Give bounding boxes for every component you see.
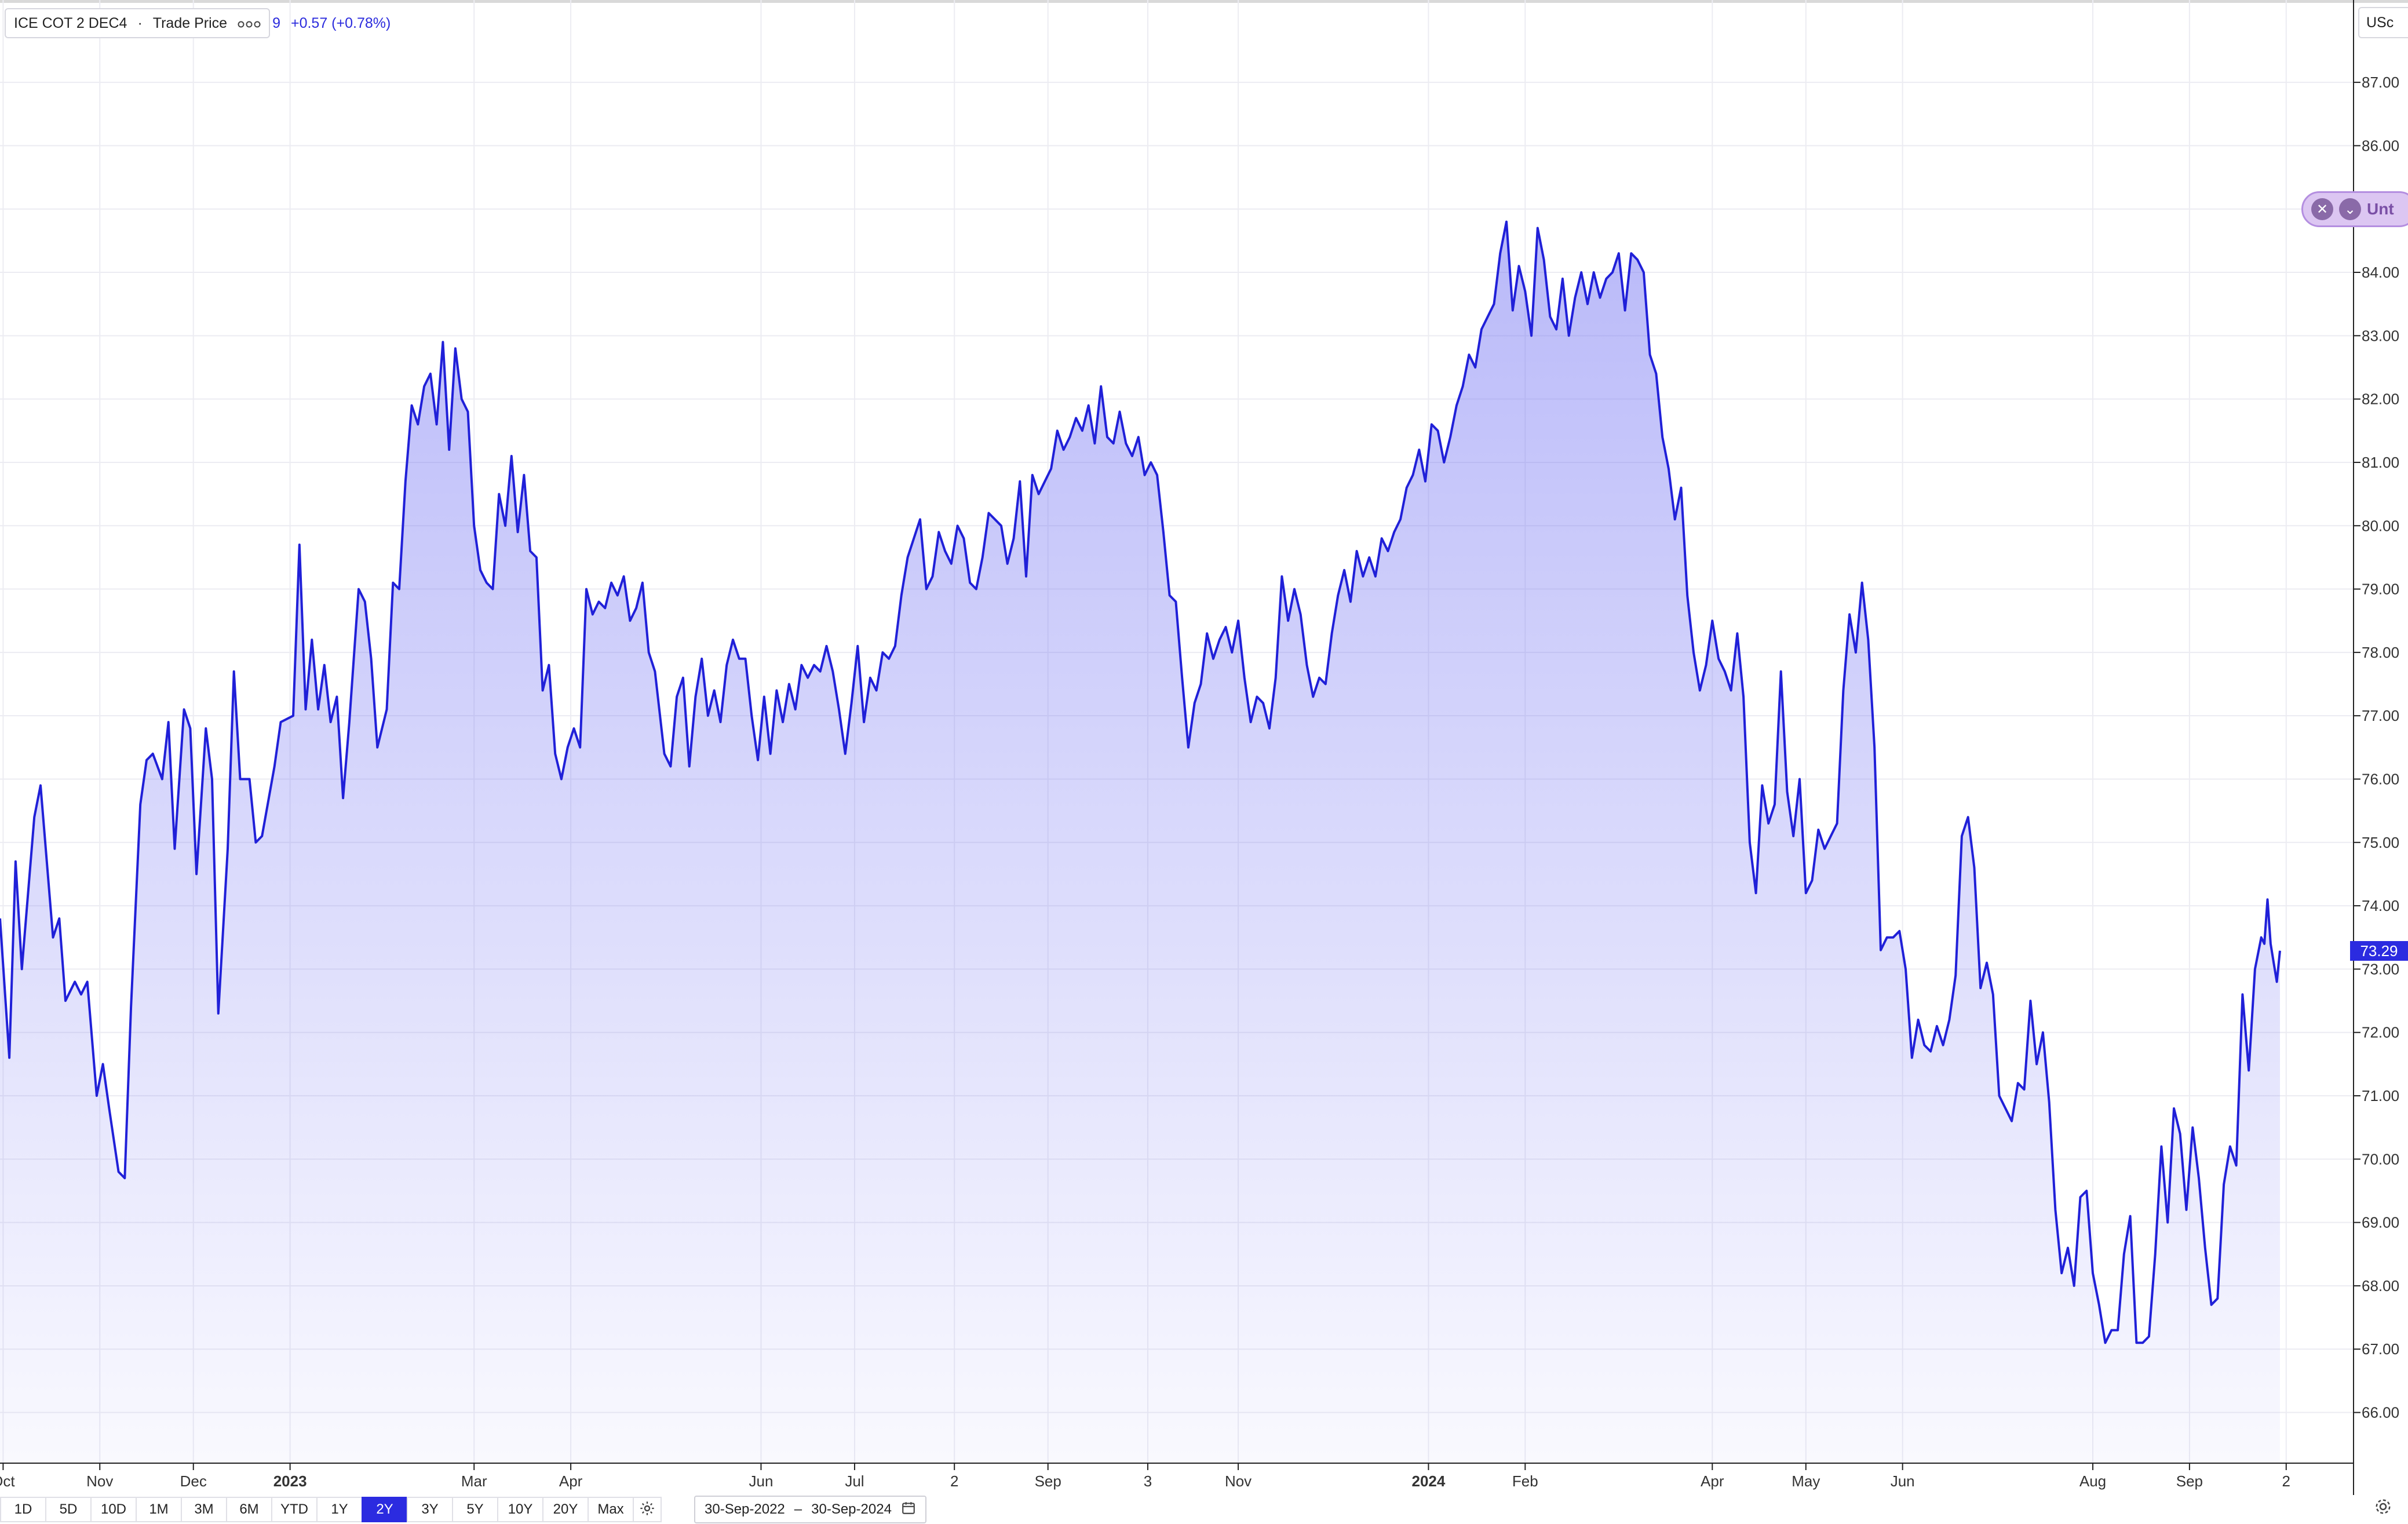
- y-tick-label: 72.00: [2362, 1024, 2399, 1041]
- x-tick-label: Apr: [559, 1472, 583, 1490]
- date-range-from: 30-Sep-2022: [705, 1501, 785, 1517]
- y-tick-label: 73.00: [2362, 960, 2399, 978]
- y-axis-ticks: 66.00 67.00 68.00 69.00 70.00 71.00 72.00 73.00…: [2354, 74, 2399, 1421]
- range-button-10y[interactable]: 10Y: [497, 1497, 542, 1522]
- chevron-down-icon[interactable]: ⌄: [2339, 198, 2361, 220]
- y-tick-label: 77.00: [2362, 707, 2399, 724]
- x-tick-label: Sep: [2176, 1472, 2203, 1490]
- x-tick-label: Oct: [0, 1472, 15, 1490]
- range-button-20y[interactable]: 20Y: [542, 1497, 588, 1522]
- x-axis-ticks: Oct Nov Dec 2023 Mar Apr Jun Jul 2 Sep 3 Nov 2024 Feb…: [0, 1463, 2290, 1490]
- y-tick-label: 70.00: [2362, 1150, 2399, 1168]
- y-tick-label: 79.00: [2362, 581, 2399, 598]
- y-tick-label: 66.00: [2362, 1404, 2399, 1421]
- x-tick-label: Aug: [2079, 1472, 2106, 1490]
- y-tick-label: 86.00: [2362, 137, 2399, 154]
- settings-icon: [2374, 1498, 2392, 1518]
- y-tick-label: 82.00: [2362, 391, 2399, 408]
- legend-change: +0.57 (+0.78%): [290, 14, 391, 31]
- x-tick-label: Mar: [461, 1472, 487, 1490]
- alert-pill-label: Unt: [2367, 200, 2394, 218]
- x-tick-label: 2023: [273, 1472, 307, 1490]
- legend-field: Trade Price: [152, 14, 228, 31]
- range-button-ytd[interactable]: YTD: [271, 1497, 316, 1522]
- x-tick-label: Apr: [1701, 1472, 1724, 1490]
- x-tick-label: 2024: [1412, 1472, 1446, 1490]
- dots-menu-icon[interactable]: [238, 13, 261, 33]
- range-settings-button[interactable]: [633, 1497, 662, 1522]
- x-tick-label: Jun: [749, 1472, 774, 1490]
- y-tick-label: 69.00: [2362, 1214, 2399, 1231]
- y-tick-label: 71.00: [2362, 1087, 2399, 1104]
- legend-series-chip[interactable]: ICE COT 2 DEC4 · Trade Price: [5, 8, 271, 38]
- y-tick-label: 84.00: [2362, 264, 2399, 281]
- y-tick-label: 87.00: [2362, 74, 2399, 91]
- price-chart[interactable]: 66.00 67.00 68.00 69.00 70.00 71.00 72.00 73.00…: [0, 0, 2408, 1495]
- last-price-tag: 73.29: [2350, 941, 2408, 961]
- range-button-1m[interactable]: 1M: [136, 1497, 181, 1522]
- range-button-2y[interactable]: 2Y: [362, 1497, 407, 1522]
- range-button-6m[interactable]: 6M: [226, 1497, 271, 1522]
- x-tick-label: 3: [1144, 1472, 1152, 1490]
- unit-label: USc: [2366, 14, 2394, 31]
- range-toolbar: 1D 5D 10D 1M 3M 6M YTD 1Y 2Y 3Y 5Y 10Y 20Y Max 30-Sep…: [0, 1495, 2408, 1524]
- range-button-1d[interactable]: 1D: [0, 1497, 45, 1522]
- y-tick-label: 74.00: [2362, 897, 2399, 914]
- gear-icon: [639, 1500, 655, 1519]
- legend-value-stub: 9: [272, 14, 280, 31]
- x-tick-label: Dec: [180, 1472, 207, 1490]
- date-range-to: 30-Sep-2024: [811, 1501, 892, 1517]
- range-button-3y[interactable]: 3Y: [407, 1497, 452, 1522]
- y-tick-label: 67.00: [2362, 1340, 2399, 1358]
- x-tick-label: Sep: [1035, 1472, 1061, 1490]
- x-tick-label: Feb: [1512, 1472, 1538, 1490]
- x-tick-label: Nov: [1225, 1472, 1252, 1490]
- range-button-10d[interactable]: 10D: [90, 1497, 136, 1522]
- y-tick-label: 81.00: [2362, 454, 2399, 471]
- range-button-1y[interactable]: 1Y: [316, 1497, 362, 1522]
- y-tick-label: 78.00: [2362, 644, 2399, 661]
- y-tick-label: 76.00: [2362, 770, 2399, 787]
- x-tick-label: 2: [2282, 1472, 2290, 1490]
- x-tick-label: 2: [950, 1472, 958, 1490]
- range-button-group: 1D 5D 10D 1M 3M 6M YTD 1Y 2Y 3Y 5Y 10Y 20Y Max: [0, 1497, 633, 1522]
- unit-selector[interactable]: USc: [2358, 7, 2408, 38]
- chart-settings-button[interactable]: [2369, 1495, 2398, 1521]
- range-button-3m[interactable]: 3M: [181, 1497, 226, 1522]
- date-range-picker[interactable]: 30-Sep-2022 – 30-Sep-2024: [694, 1496, 926, 1523]
- range-button-5d[interactable]: 5D: [45, 1497, 90, 1522]
- range-button-max[interactable]: Max: [588, 1497, 633, 1522]
- y-tick-label: 68.00: [2362, 1277, 2399, 1295]
- legend-separator: ·: [137, 14, 143, 31]
- chart-legend[interactable]: ICE COT 2 DEC4 · Trade Price 9 +0.57 (+0…: [5, 8, 391, 38]
- last-price-label: 73.29: [2360, 942, 2398, 960]
- x-tick-label: May: [1792, 1472, 1820, 1490]
- close-icon[interactable]: ✕: [2311, 198, 2333, 220]
- y-tick-label: 75.00: [2362, 834, 2399, 851]
- x-tick-label: Jul: [845, 1472, 864, 1490]
- x-tick-label: Nov: [86, 1472, 113, 1490]
- range-button-5y[interactable]: 5Y: [452, 1497, 497, 1522]
- y-tick-label: 80.00: [2362, 517, 2399, 534]
- y-tick-label: 83.00: [2362, 327, 2399, 344]
- date-range-separator: –: [794, 1501, 802, 1517]
- calendar-icon: [901, 1500, 916, 1519]
- legend-instrument: ICE COT 2 DEC4: [14, 14, 127, 31]
- alert-line-pill[interactable]: ✕ ⌄ Unt: [2301, 191, 2408, 227]
- x-tick-label: Jun: [1891, 1472, 1915, 1490]
